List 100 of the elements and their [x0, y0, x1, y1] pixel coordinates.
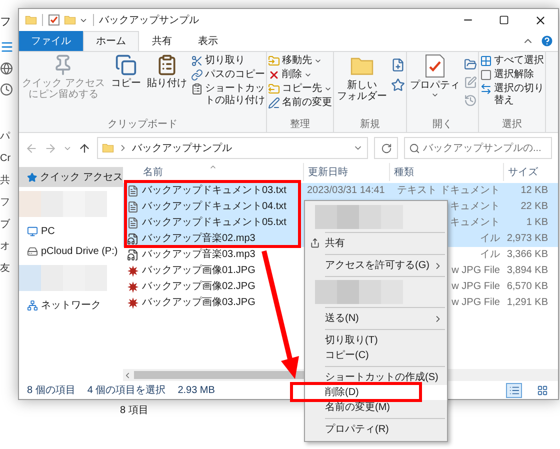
- menu-item[interactable]: アクセスを許可する(G): [305, 258, 447, 273]
- search-field[interactable]: バックアップサンプルの...: [404, 137, 552, 159]
- menu-item[interactable]: コピー(C): [305, 348, 447, 363]
- folder-icon: [464, 58, 477, 71]
- maximize-icon: [499, 15, 509, 25]
- group-label: 整理: [288, 119, 311, 132]
- ribbon-button[interactable]: 選択解除: [480, 69, 544, 81]
- group-label: 選択: [500, 119, 523, 132]
- file-type: w JPG File: [452, 265, 500, 276]
- menu-item[interactable]: 名前の変更(M): [305, 400, 447, 415]
- check-document-icon: [424, 54, 446, 78]
- drive-icon: [27, 246, 38, 256]
- nav-label: オ: [0, 240, 11, 254]
- nav-item[interactable]: PC: [19, 221, 123, 241]
- folder-arrow-icon: [268, 55, 280, 67]
- menu-item[interactable]: 共有: [305, 236, 447, 251]
- nav-label: フ: [0, 196, 11, 210]
- file-type: キュメント: [450, 201, 500, 212]
- swap-icon: [480, 83, 492, 95]
- audio-file-icon: [127, 249, 139, 261]
- monitor-icon: [27, 226, 38, 236]
- nav-label: パ: [0, 130, 11, 144]
- nav-label: ブ: [0, 218, 11, 232]
- history-icon: [464, 94, 477, 107]
- menu-item[interactable]: 削除(D): [305, 385, 447, 400]
- file-type: w JPG File: [452, 281, 500, 292]
- file-type: テキスト ドキュメント: [397, 185, 500, 196]
- file-name: バックアップドキュメント03.txt: [142, 184, 286, 198]
- address-field[interactable]: バックアップサンプル: [97, 137, 368, 159]
- ribbon-tab[interactable]: 共有: [139, 31, 185, 51]
- refresh-button[interactable]: [374, 137, 398, 159]
- menu-icon: [0, 40, 14, 54]
- document-icon: [127, 185, 139, 197]
- file-type: イル: [480, 233, 500, 244]
- status-text: 2.93 MB: [178, 384, 215, 398]
- ribbon-button[interactable]: すべて選択: [480, 55, 544, 67]
- ribbon-button[interactable]: プロパティ: [408, 54, 462, 119]
- file-name: バックアップ音楽02.mp3: [142, 232, 256, 246]
- status-text: 8 個の項目: [27, 384, 76, 398]
- pen-icon: [464, 76, 477, 89]
- file-name: バックアップ画像03.JPG: [142, 296, 256, 310]
- nav-item[interactable]: ネットワーク: [19, 295, 123, 315]
- file-menu-tab[interactable]: ファイル: [19, 31, 83, 51]
- view-button[interactable]: [506, 382, 522, 398]
- cross-icon: [268, 69, 280, 81]
- ribbon-button[interactable]: 切り取り: [190, 55, 265, 67]
- modified-date: 2023/03/31 14:41: [307, 185, 385, 196]
- search-icon: [409, 142, 420, 154]
- ribbon-tab[interactable]: ホーム: [83, 31, 139, 51]
- menu-item[interactable]: 切り取り(T): [305, 333, 447, 348]
- column-header[interactable]: 名前: [123, 163, 303, 181]
- menu-item[interactable]: ショートカットの作成(S): [305, 370, 447, 385]
- globe-icon: [0, 62, 13, 75]
- sort-caret-icon: [209, 163, 217, 171]
- share-icon: [310, 238, 320, 248]
- star-icon: [27, 172, 38, 182]
- checkbox-icon: [48, 14, 60, 26]
- help-icon: [540, 34, 554, 48]
- file-name: バックアップドキュメント04.txt: [142, 200, 286, 214]
- ribbon-button[interactable]: 貼り付け: [144, 54, 189, 119]
- ribbon-button[interactable]: コピー先: [268, 83, 332, 95]
- folder-icon: [102, 142, 114, 154]
- nav-label: Cr: [0, 152, 11, 166]
- column-header[interactable]: 更新日時: [303, 163, 389, 181]
- nav-item[interactable]: pCloud Drive (P:): [19, 241, 123, 261]
- back-arrow-icon: [25, 142, 38, 154]
- ribbon-button[interactable]: ショートカットの貼り付け: [190, 83, 265, 107]
- group-label: 開く: [431, 119, 454, 132]
- ribbon-button[interactable]: 選択の切り替え: [480, 83, 544, 107]
- nav-item[interactable]: クイック アクセス: [19, 167, 123, 187]
- ribbon-button[interactable]: 移動先: [268, 55, 332, 67]
- menu-item[interactable]: 送る(N): [305, 311, 447, 326]
- document-icon: [127, 217, 139, 229]
- file-type: イル: [480, 249, 500, 260]
- splat-icon: [127, 265, 139, 277]
- scissors-icon: [190, 55, 203, 67]
- ribbon-button[interactable]: コピー: [108, 54, 143, 119]
- folder-icon: [25, 14, 37, 26]
- file-size: 2,973 KB: [506, 233, 548, 244]
- column-header[interactable]: サイズ: [503, 163, 551, 181]
- grid-icon: [480, 55, 492, 67]
- file-size: 1 KB: [526, 217, 548, 228]
- ribbon-tab[interactable]: 表示: [185, 31, 231, 51]
- chevron-icon: [123, 370, 132, 380]
- folder-icon: [64, 14, 76, 26]
- clock-icon: [0, 83, 13, 96]
- menu-item[interactable]: プロパティ(R): [305, 422, 447, 437]
- file-size: 3,894 KB: [506, 265, 548, 276]
- ribbon-button[interactable]: 名前の変更: [268, 97, 332, 109]
- column-header[interactable]: 種類: [389, 163, 503, 181]
- file-type: w JPG File: [452, 297, 500, 308]
- copy-icon: [114, 54, 137, 76]
- ribbon-button[interactable]: 削除: [268, 69, 332, 81]
- file-name: バックアップ音楽03.mp3: [142, 248, 256, 262]
- ribbon-button[interactable]: パスのコピー: [190, 69, 265, 81]
- star-icon: [390, 78, 405, 92]
- ribbon-button[interactable]: 新しい フォルダー: [334, 54, 389, 119]
- file-type: キュメント: [450, 217, 500, 228]
- nav-label: 友: [0, 262, 11, 276]
- new-file-icon: [390, 58, 405, 72]
